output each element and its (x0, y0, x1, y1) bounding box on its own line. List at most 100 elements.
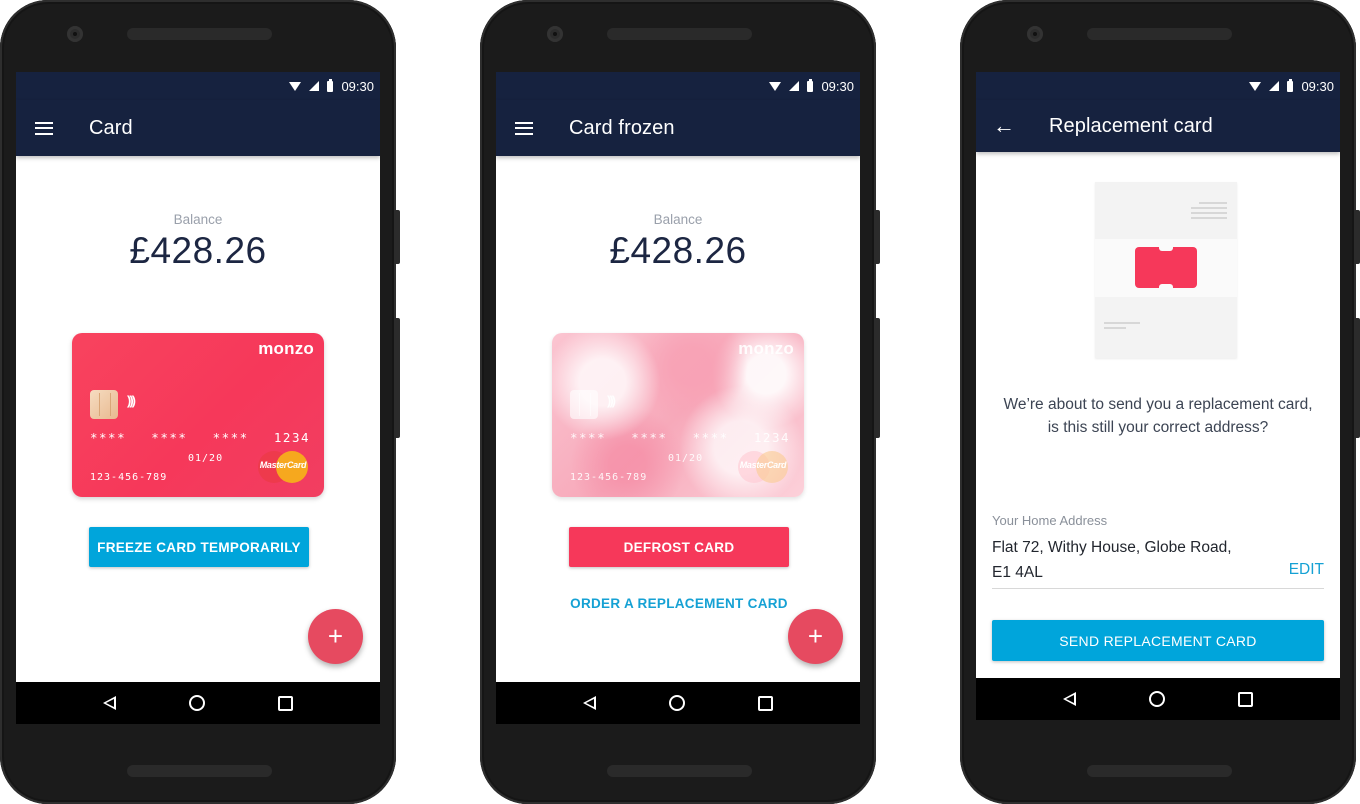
nav-recents-icon[interactable] (278, 695, 294, 711)
system-nav-bar (976, 678, 1340, 720)
system-nav-bar (496, 682, 860, 724)
earpiece-speaker (1087, 28, 1232, 40)
screen-replacement-card: 09:30 ← Replacement card We’re about to … (976, 72, 1340, 720)
add-fab-button[interactable]: + (788, 609, 843, 664)
chip-icon (570, 390, 598, 419)
card-number-group: 1234 (273, 430, 310, 445)
battery-icon (1287, 78, 1294, 92)
earpiece-speaker (127, 28, 272, 40)
balance-amount: £428.26 (609, 230, 747, 271)
wifi-icon (769, 81, 782, 91)
add-fab-button[interactable]: + (308, 609, 363, 664)
phone-frame-replacement-card: 09:30 ← Replacement card We’re about to … (960, 0, 1360, 804)
contactless-icon: ))) (607, 393, 616, 408)
balance-label: Balance (173, 212, 223, 227)
menu-button[interactable] (496, 100, 554, 156)
cell-signal-icon (789, 81, 800, 91)
volume-button (1354, 318, 1360, 438)
card-number-group: 1234 (753, 430, 790, 445)
edit-address-button[interactable]: EDIT (1289, 561, 1324, 579)
nav-back-icon[interactable] (102, 696, 116, 710)
card-account-number: 123-456-789 (90, 472, 168, 483)
status-time: 09:30 (341, 78, 374, 94)
earpiece-speaker (607, 28, 752, 40)
bottom-speaker (607, 765, 752, 777)
card-number: **** **** **** 1234 (570, 430, 790, 445)
address-line-2: E1 4AL (992, 564, 1043, 581)
card-number: **** **** **** 1234 (90, 430, 310, 445)
battery-icon (807, 78, 814, 92)
balance-amount: £428.26 (129, 230, 267, 271)
defrost-card-button[interactable]: DEFROST CARD (569, 527, 789, 567)
menu-icon (35, 121, 53, 135)
replacement-prompt: We’re about to send you a replacement ca… (1003, 396, 1313, 436)
page-title: Card frozen (569, 116, 675, 139)
address-divider (992, 588, 1324, 589)
app-bar: Card (16, 100, 380, 156)
card-content: Balance £428.26 monzo ))) **** **** ****… (16, 156, 380, 696)
card-number-group: **** (90, 430, 127, 445)
status-bar: 09:30 (16, 72, 380, 100)
power-button (1354, 210, 1360, 264)
nav-home-icon[interactable] (668, 695, 685, 711)
plus-icon: + (807, 621, 824, 651)
bottom-speaker (1087, 765, 1232, 777)
volume-button (394, 318, 400, 438)
replacement-content: We’re about to send you a replacement ca… (976, 152, 1340, 692)
address-value: Flat 72, Withy House, Globe Road, E1 4AL (992, 535, 1232, 585)
frozen-debit-card: monzo ))) **** **** **** 1234 01/20 123-… (552, 333, 804, 497)
mastercard-logo-icon: MasterCard (736, 451, 790, 483)
screen-card-frozen: 09:30 Card frozen Balance £428.26 monzo … (496, 72, 860, 724)
send-replacement-card-button[interactable]: SEND REPLACEMENT CARD (992, 620, 1324, 661)
power-button (394, 210, 400, 264)
app-bar: ← Replacement card (976, 100, 1340, 152)
status-bar: 09:30 (496, 72, 860, 100)
screen-card: 09:30 Card Balance £428.26 monzo ))) ***… (16, 72, 380, 724)
front-camera (1027, 26, 1043, 42)
card-brand-logo: monzo (258, 339, 314, 358)
card-expiry: 01/20 (668, 453, 704, 464)
card-content: Balance £428.26 monzo ))) **** **** ****… (496, 156, 860, 696)
address-line-1: Flat 72, Withy House, Globe Road, (992, 539, 1232, 556)
menu-icon (515, 121, 533, 135)
bottom-speaker (127, 765, 272, 777)
phone-frame-card-frozen: 09:30 Card frozen Balance £428.26 monzo … (480, 0, 880, 804)
debit-card: monzo ))) **** **** **** 1234 01/20 123-… (72, 333, 324, 497)
volume-button (874, 318, 880, 438)
card-number-group: **** (631, 430, 668, 445)
back-button[interactable]: ← (976, 100, 1034, 152)
card-number-group: **** (212, 430, 249, 445)
card-expiry: 01/20 (188, 453, 224, 464)
order-replacement-link[interactable]: ORDER A REPLACEMENT CARD (496, 596, 860, 611)
status-time: 09:30 (821, 78, 854, 94)
card-number-group: **** (692, 430, 729, 445)
card-network-label: MasterCard (739, 460, 787, 470)
status-time: 09:30 (1301, 78, 1334, 94)
back-arrow-icon: ← (993, 113, 1015, 138)
card-number-group: **** (570, 430, 607, 445)
nav-recents-icon[interactable] (758, 695, 774, 711)
cell-signal-icon (309, 81, 320, 91)
card-network-label: MasterCard (259, 460, 307, 470)
nav-back-icon[interactable] (582, 696, 596, 710)
power-button (874, 210, 880, 264)
nav-home-icon[interactable] (1148, 691, 1165, 707)
nav-recents-icon[interactable] (1238, 691, 1254, 707)
card-account-number: 123-456-789 (570, 472, 648, 483)
menu-button[interactable] (16, 100, 74, 156)
front-camera (547, 26, 563, 42)
page-title: Replacement card (1049, 114, 1213, 137)
status-bar: 09:30 (976, 72, 1340, 100)
freeze-card-button[interactable]: FREEZE CARD TEMPORARILY (89, 527, 309, 567)
nav-home-icon[interactable] (188, 695, 205, 711)
balance-label: Balance (653, 212, 703, 227)
battery-icon (327, 78, 334, 92)
wifi-icon (289, 81, 302, 91)
card-illustration-icon (1135, 247, 1197, 288)
address-label: Your Home Address (992, 513, 1108, 528)
front-camera (67, 26, 83, 42)
card-number-group: **** (151, 430, 188, 445)
letter-with-card-illustration (1095, 182, 1237, 358)
nav-back-icon[interactable] (1062, 692, 1076, 706)
mastercard-logo-icon: MasterCard (256, 451, 310, 483)
